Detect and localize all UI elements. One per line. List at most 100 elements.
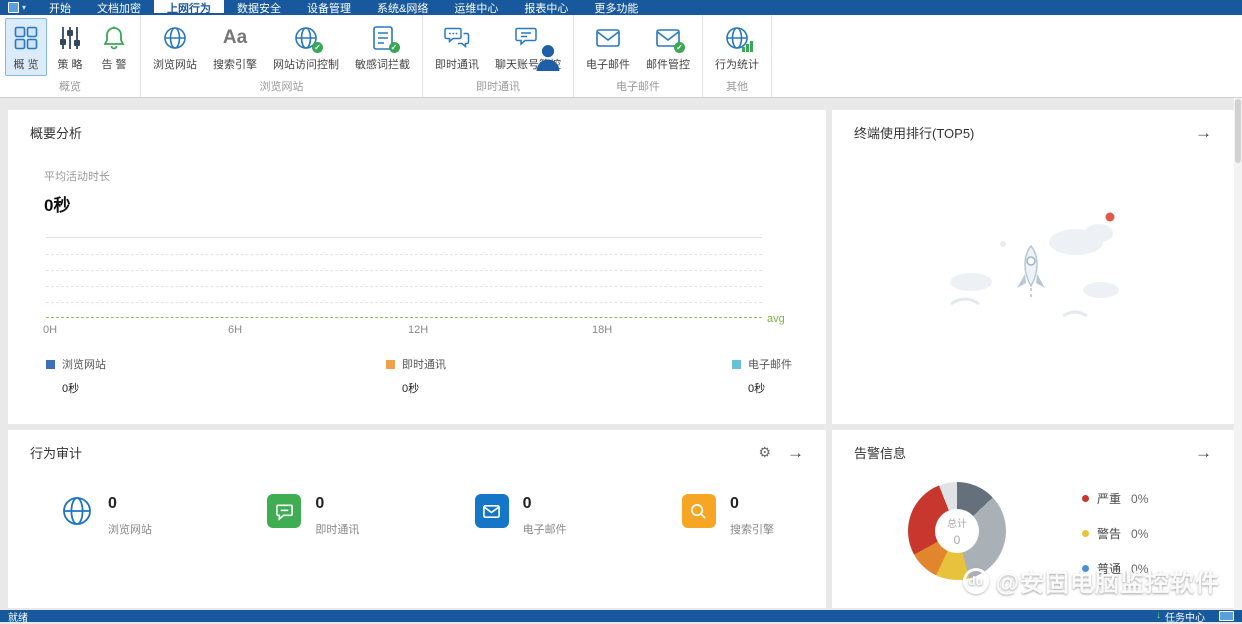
ribbon-group-overview: 概 览 策 略 告 警 概览 bbox=[0, 15, 141, 97]
stat-value: 0 bbox=[108, 496, 152, 512]
legend-label: 即时通讯 bbox=[402, 356, 446, 372]
ribbon-button-website-access-control[interactable]: ✓ 网站访问控制 bbox=[266, 18, 346, 76]
stat-search-engine: 0 搜索引擎 bbox=[682, 494, 774, 537]
status-ready-label: 就绪 bbox=[8, 609, 28, 624]
scrollbar-thumb[interactable] bbox=[1235, 99, 1241, 163]
arrow-right-icon[interactable]: → bbox=[1195, 444, 1212, 461]
ribbon-button-sensitive-word-block[interactable]: ✓ 敏感词拦截 bbox=[348, 18, 417, 76]
chevron-down-icon: ▾ bbox=[22, 4, 26, 12]
ribbon-button-policy[interactable]: 策 略 bbox=[49, 18, 91, 76]
stat-email: 0 电子邮件 bbox=[475, 494, 567, 537]
check-badge-icon: ✓ bbox=[389, 42, 400, 53]
legend-label: 浏览网站 bbox=[62, 356, 106, 372]
stat-browse-website: 0 浏览网站 bbox=[60, 494, 152, 537]
x-tick: 18H bbox=[592, 324, 612, 336]
stat-instant-messaging: 0 即时通讯 bbox=[267, 494, 359, 537]
menu-tab-more-features[interactable]: 更多功能 bbox=[581, 0, 651, 15]
font-aa-icon: Aa bbox=[221, 24, 249, 52]
activity-duration-chart: avg 0H 6H 12H 18H bbox=[46, 237, 762, 318]
legend-value: 0% bbox=[1131, 527, 1148, 541]
search-icon bbox=[682, 494, 716, 528]
scrollbar[interactable] bbox=[1234, 97, 1242, 610]
arrow-right-icon[interactable]: → bbox=[787, 444, 804, 461]
stat-label: 电子邮件 bbox=[523, 521, 567, 537]
ribbon-group-browse: 浏览网站 Aa 搜索引擎 ✓ 网站访问控制 ✓ 敏感词拦 bbox=[141, 15, 423, 97]
ribbon-button-overview[interactable]: 概 览 bbox=[5, 18, 47, 76]
ribbon-group-im: 即时通讯 聊天账号管控 即时通讯 bbox=[423, 15, 574, 97]
menu-tab-system-network[interactable]: 系统&网络 bbox=[364, 0, 441, 15]
watermark-text: @安固电脑监控软件 bbox=[996, 563, 1220, 598]
ribbon-button-label: 浏览网站 bbox=[153, 56, 197, 72]
metric-label: 平均活动时长 bbox=[44, 168, 110, 184]
watermark: du @安固电脑监控软件 bbox=[963, 563, 1220, 598]
envelope-check-icon: ✓ bbox=[654, 24, 682, 52]
legend-instant-messaging: 即时通讯 0秒 bbox=[386, 356, 446, 396]
check-badge-icon: ✓ bbox=[674, 42, 685, 53]
ribbon-group-name: 概览 bbox=[0, 78, 140, 94]
main-content: 概要分析 平均活动时长 0秒 avg 0H 6H 12H 18H 浏览网站 0秒… bbox=[0, 97, 1242, 610]
stat-value: 0 bbox=[730, 496, 774, 512]
ribbon-button-instant-messaging[interactable]: 即时通讯 bbox=[428, 18, 486, 76]
ribbon-button-behavior-stats[interactable]: 行为统计 bbox=[708, 18, 766, 76]
bar-chart-badge-icon bbox=[742, 41, 753, 52]
chat-bubbles-icon bbox=[443, 24, 471, 52]
person-badge-icon bbox=[534, 43, 545, 54]
x-tick: 12H bbox=[408, 324, 428, 336]
empty-state-illustration bbox=[832, 202, 1234, 342]
ribbon-group-name: 浏览网站 bbox=[141, 78, 422, 94]
document-shield-icon: ✓ bbox=[369, 24, 397, 52]
dashboard-icon bbox=[12, 24, 40, 52]
app-icon bbox=[8, 2, 19, 13]
task-center-button[interactable]: 任务中心 bbox=[1165, 609, 1205, 624]
stat-label: 搜索引擎 bbox=[730, 521, 774, 537]
monitor-icon[interactable] bbox=[1219, 611, 1234, 621]
stat-label: 浏览网站 bbox=[108, 521, 152, 537]
ribbon-button-alert[interactable]: 告 警 bbox=[93, 18, 135, 76]
settings-gear-icon[interactable]: ⚙ bbox=[758, 445, 771, 459]
ribbon-button-label: 即时通讯 bbox=[435, 56, 479, 72]
menu-tab-doc-encryption[interactable]: 文档加密 bbox=[84, 0, 154, 15]
sliders-icon bbox=[56, 24, 84, 52]
globe-check-icon: ✓ bbox=[292, 24, 320, 52]
menu-tab-device-management[interactable]: 设备管理 bbox=[294, 0, 364, 15]
ribbon-button-search-engine[interactable]: Aa 搜索引擎 bbox=[206, 18, 264, 76]
status-bar: 就绪 ↓ 任务中心 bbox=[0, 610, 1242, 622]
legend-browse-website: 浏览网站 0秒 bbox=[46, 356, 106, 396]
menu-tab-report-center[interactable]: 报表中心 bbox=[511, 0, 581, 15]
chat-account-icon bbox=[514, 24, 542, 52]
ribbon-group-name: 其他 bbox=[703, 78, 771, 94]
legend-value: 0秒 bbox=[386, 380, 446, 396]
stat-label: 即时通讯 bbox=[315, 521, 359, 537]
avg-line-label: avg bbox=[767, 313, 785, 325]
summary-analysis-card: 概要分析 平均活动时长 0秒 avg 0H 6H 12H 18H 浏览网站 0秒… bbox=[8, 110, 826, 424]
ribbon-button-email[interactable]: 电子邮件 bbox=[579, 18, 637, 76]
ribbon-button-chat-account-control[interactable]: 聊天账号管控 bbox=[488, 18, 568, 76]
avg-activity-metric: 平均活动时长 0秒 bbox=[44, 168, 110, 216]
globe-icon bbox=[60, 494, 94, 528]
card-title: 终端使用排行(TOP5) bbox=[854, 123, 974, 142]
app-menu-button[interactable]: ▾ bbox=[0, 0, 36, 15]
card-title: 告警信息 bbox=[854, 443, 906, 462]
ribbon-button-email-control[interactable]: ✓ 邮件管控 bbox=[639, 18, 697, 76]
alert-info-card: 告警信息 → 总计 0 严重 0% 警告 0% 普通 0% bbox=[832, 430, 1234, 608]
ribbon-button-label: 网站访问控制 bbox=[273, 56, 339, 72]
menu-tab-internet-behavior[interactable]: 上网行为 bbox=[154, 0, 224, 15]
ribbon-button-browse-website[interactable]: 浏览网站 bbox=[146, 18, 204, 76]
donut-total-label: 总计 bbox=[947, 515, 967, 530]
ribbon-group-email: 电子邮件 ✓ 邮件管控 电子邮件 bbox=[574, 15, 703, 97]
card-title: 行为审计 bbox=[30, 443, 82, 462]
top-menu-bar: ▾ 开始 文档加密 上网行为 数据安全 设备管理 系统&网络 运维中心 报表中心… bbox=[0, 0, 1242, 15]
arrow-right-icon[interactable]: → bbox=[1195, 124, 1212, 141]
ribbon-group-name: 电子邮件 bbox=[574, 78, 702, 94]
menu-tab-data-security[interactable]: 数据安全 bbox=[224, 0, 294, 15]
ribbon-button-label: 概 览 bbox=[13, 56, 38, 72]
bell-icon bbox=[100, 24, 128, 52]
chat-icon bbox=[267, 494, 301, 528]
avg-line bbox=[46, 317, 762, 318]
menu-tab-ops-center[interactable]: 运维中心 bbox=[441, 0, 511, 15]
menu-tab-start[interactable]: 开始 bbox=[36, 0, 84, 15]
globe-stats-icon bbox=[723, 24, 751, 52]
donut-total-value: 0 bbox=[954, 533, 961, 547]
stat-value: 0 bbox=[315, 496, 359, 512]
ribbon-button-label: 电子邮件 bbox=[586, 56, 630, 72]
